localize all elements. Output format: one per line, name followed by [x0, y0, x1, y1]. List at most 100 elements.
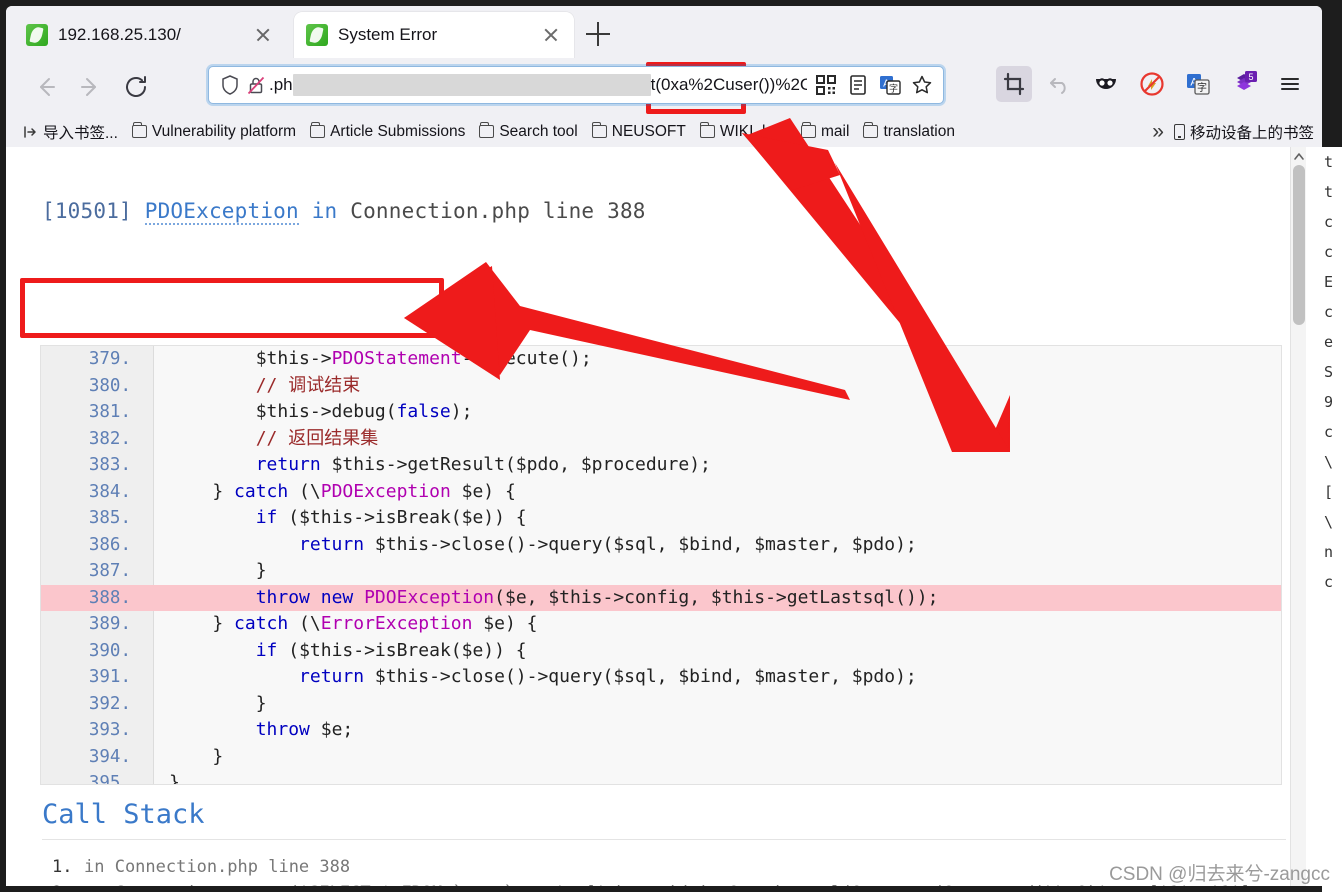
sliver-text-fragment: c	[1324, 423, 1334, 441]
code-line: 380. // 调试结束	[41, 373, 1281, 400]
bookmarks-overflow-chevron-icon[interactable]: »	[1152, 120, 1164, 144]
lock-crossed-insecure-icon[interactable]	[243, 72, 269, 98]
code-line-text: return $this->getResult($pdo, $procedure…	[255, 454, 711, 475]
reader-view-icon[interactable]	[845, 72, 871, 98]
import-bookmarks-icon	[22, 124, 38, 140]
bookmark-vulnerability-platform[interactable]: Vulnerability platform	[126, 120, 302, 144]
translate-icon[interactable]: A 字	[877, 72, 903, 98]
code-line-number: 393.	[88, 720, 131, 740]
page-scrollbar[interactable]	[1290, 147, 1306, 886]
bookmark-label: 导入书签...	[43, 124, 118, 142]
code-line-number: 395.	[88, 773, 131, 785]
undo-icon[interactable]	[1042, 66, 1078, 102]
block-flash-icon[interactable]	[1134, 66, 1170, 102]
url-text[interactable]: .ph t(0xa%2Cuser())%2C0)]=1	[269, 74, 807, 96]
code-line: 387. }	[41, 558, 1281, 585]
bookmark-label: WIKI_box	[719, 122, 788, 140]
code-line-number: 387.	[88, 561, 131, 581]
sliver-text-fragment: 9	[1324, 393, 1334, 411]
code-line-text: // 调试结束	[169, 374, 361, 396]
code-line-highlighted: 388. throw new PDOException($e, $this->c…	[41, 584, 1281, 611]
bookmark-translation[interactable]: translation	[857, 120, 961, 144]
bookmark-label: 移动设备上的书签	[1189, 124, 1314, 142]
call-stack-index: 1.	[52, 857, 73, 877]
tab-192-168-25-130[interactable]: 192.168.25.130/	[14, 12, 286, 58]
code-line: 386. return $this->close()->query($sql, …	[41, 532, 1281, 559]
error-code: [10501]	[42, 199, 132, 223]
code-line-text: return $this->close()->query($sql, $bind…	[299, 666, 917, 687]
sliver-text-fragment: c	[1324, 213, 1334, 231]
bookmark-mail[interactable]: mail	[795, 120, 855, 144]
code-line-number: 388.	[88, 587, 131, 608]
code-line-text: }	[169, 560, 267, 581]
code-line-text: $this->debug(false);	[169, 401, 473, 422]
code-line-text: } catch (\ErrorException $e) {	[169, 613, 538, 634]
code-line-number: 390.	[88, 640, 131, 661]
sliver-text-fragment: E	[1324, 273, 1334, 291]
app-menu-icon[interactable]	[1272, 66, 1308, 102]
scrollbar-thumb[interactable]	[1293, 165, 1305, 325]
folder-icon	[801, 122, 817, 138]
bookmark-import-bookmarks[interactable]: 导入书签...	[16, 118, 124, 146]
call-stack-title: Call Stack	[42, 799, 205, 830]
code-line: 395.}	[41, 770, 1281, 785]
code-line: 393. throw $e;	[41, 717, 1281, 744]
screenshot-crop-icon[interactable]	[996, 66, 1032, 102]
qr-code-icon[interactable]	[813, 72, 839, 98]
bookmark-mobile-bookmarks[interactable]: 移动设备上的书签	[1173, 121, 1314, 143]
code-line-number: 386.	[88, 534, 131, 555]
bookmark-search-tool[interactable]: Search tool	[473, 120, 583, 144]
code-line-number: 389.	[88, 614, 131, 634]
tab-title: 192.168.25.130/	[58, 25, 181, 44]
reload-icon[interactable]	[118, 69, 154, 105]
back-arrow-icon[interactable]	[28, 69, 64, 105]
bookmark-label: Search tool	[499, 122, 578, 140]
code-line: 394. }	[41, 744, 1281, 771]
code-line-number: 383.	[88, 455, 131, 475]
call-stack-index: 2.	[52, 880, 72, 886]
sliver-text-fragment: n	[1324, 543, 1334, 561]
tab-system-error[interactable]: System Error	[294, 12, 574, 58]
code-line: 385. if ($this->isBreak($e)) {	[41, 505, 1281, 532]
extension-badge-icon[interactable]: 5	[1226, 66, 1262, 102]
code-line-text: }	[169, 745, 224, 767]
bookmarks-bar: 导入书签... Vulnerability platform Article S…	[6, 116, 1322, 147]
tab-strip: 192.168.25.130/ System Error	[6, 6, 1322, 58]
call-stack-item: 2. at Connection->query('SELECT * FROM `u…	[42, 880, 1286, 886]
code-line-text: throw new PDOException($e, $this->config…	[255, 586, 939, 608]
exception-name-link[interactable]: PDOException	[144, 199, 299, 225]
error-page: [10501] PDOException in Connection.php l…	[6, 147, 1306, 886]
code-line-text: throw $e;	[255, 719, 354, 740]
sliver-text-fragment: t	[1324, 153, 1334, 171]
pocket-icon[interactable]	[1088, 66, 1124, 102]
close-icon[interactable]	[252, 24, 274, 46]
code-line-number: 381.	[88, 402, 131, 422]
new-tab-button[interactable]	[584, 20, 612, 48]
shield-icon[interactable]	[217, 72, 243, 98]
thinkphp-logo-icon	[306, 24, 328, 46]
sliver-text-fragment: e	[1324, 333, 1334, 351]
call-stack-text: at Connection->query('SELECT * FROM `use…	[84, 883, 1251, 886]
bookmark-label: Vulnerability platform	[151, 122, 297, 140]
bookmark-label: translation	[883, 122, 955, 140]
badge-count: 5	[1248, 72, 1253, 82]
code-line: 382. // 返回结果集	[41, 426, 1281, 453]
folder-icon	[863, 122, 879, 138]
source-code-block: 379. $this->PDOStatement->execute(); 380.…	[40, 345, 1282, 785]
close-icon[interactable]	[540, 24, 562, 46]
code-line: 384. } catch (\PDOException $e) {	[41, 479, 1281, 506]
forward-arrow-icon[interactable]	[72, 69, 108, 105]
bookmark-neusoft[interactable]: NEUSOFT	[586, 120, 692, 144]
bookmark-star-icon[interactable]	[909, 72, 935, 98]
url-bar[interactable]: .ph t(0xa%2Cuser())%2C0)]=1	[208, 66, 944, 104]
scroll-up-arrow-icon[interactable]	[1293, 149, 1305, 163]
code-line-text: }	[169, 772, 180, 785]
thinkphp-logo-icon	[26, 24, 48, 46]
bookmark-article-submissions[interactable]: Article Submissions	[304, 120, 471, 144]
code-line: 392. }	[41, 691, 1281, 718]
error-header: [10501] PDOException in Connection.php l…	[42, 199, 1282, 225]
bookmark-wiki-box[interactable]: WIKI_box	[694, 120, 793, 144]
translate-page-icon[interactable]: A 字	[1180, 66, 1216, 102]
code-line-text: // 返回结果集	[169, 427, 379, 449]
tab-title: System Error	[338, 25, 438, 44]
